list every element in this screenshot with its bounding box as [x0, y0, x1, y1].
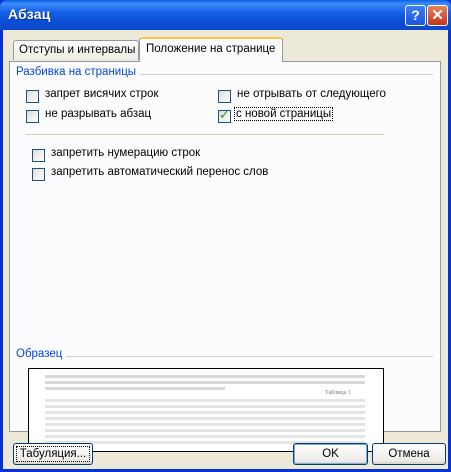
- preview-text-line: [45, 417, 365, 420]
- preview-text-line: [45, 411, 365, 414]
- widow-control-label[interactable]: запрет висячих строк: [45, 88, 158, 100]
- keep-lines-together-checkbox[interactable]: [26, 110, 39, 123]
- tab-panel: Разбивка на страницы запрет висячих стро…: [9, 61, 441, 452]
- help-button[interactable]: ?: [405, 5, 426, 26]
- keep-with-next-checkbox[interactable]: [218, 90, 231, 103]
- tab-line-page-breaks[interactable]: Положение на странице: [139, 37, 283, 62]
- tabs-button[interactable]: Табуляция...: [13, 443, 93, 465]
- preview-text-line: [45, 405, 365, 408]
- preview-caption: Таблица 1: [325, 390, 351, 396]
- preview-text-line: [45, 381, 365, 384]
- window-title: Абзац: [8, 6, 51, 22]
- ok-button[interactable]: OK: [293, 443, 368, 465]
- close-button[interactable]: ✕: [427, 5, 448, 26]
- page-break-before-label[interactable]: с новой страницы: [233, 107, 334, 121]
- preview-box: Таблица 1: [28, 368, 384, 452]
- tab-indents-spacing[interactable]: Отступы и интервалы: [13, 40, 139, 60]
- suppress-line-numbers-label[interactable]: запретить нумерацию строк: [51, 147, 200, 159]
- page-break-before-checkbox[interactable]: [218, 108, 231, 123]
- dialog-client: Отступы и интервалы Положение на страниц…: [3, 30, 448, 469]
- tabs-button-label: Табуляция...: [14, 444, 92, 464]
- preview-text-line: [45, 429, 365, 432]
- title-bar[interactable]: Абзац ? ✕: [0, 0, 451, 30]
- preview-text-line: [45, 435, 365, 438]
- dont-hyphenate-label[interactable]: запретить автоматический перенос слов: [51, 166, 268, 178]
- preview-text-line: [45, 423, 365, 426]
- keep-with-next-label[interactable]: не отрывать от следующего: [237, 88, 386, 100]
- preview-text-line: [45, 375, 365, 378]
- suppress-line-numbers-checkbox[interactable]: [32, 149, 45, 162]
- dont-hyphenate-checkbox[interactable]: [32, 168, 45, 181]
- group-divider: [18, 356, 433, 357]
- keep-lines-together-label[interactable]: не разрывать абзац: [45, 108, 151, 120]
- preview-text-line: [45, 387, 225, 390]
- preview-group-label: Образец: [16, 348, 67, 360]
- cancel-button[interactable]: Отмена: [372, 443, 446, 465]
- pagination-group-label: Разбивка на страницы: [16, 66, 141, 78]
- paragraph-dialog: Абзац ? ✕ Отступы и интервалы Положение …: [0, 0, 451, 472]
- preview-text-line: [45, 399, 365, 402]
- separator: [26, 134, 384, 135]
- widow-control-checkbox[interactable]: [26, 90, 39, 103]
